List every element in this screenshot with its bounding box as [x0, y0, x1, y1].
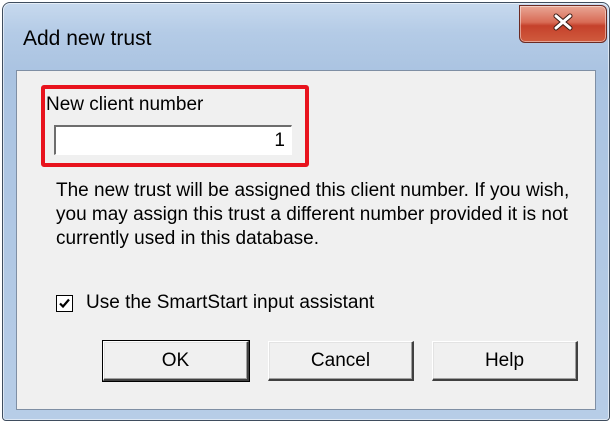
dialog-body: New client number The new trust will be … — [16, 70, 596, 410]
smartstart-option[interactable]: Use the SmartStart input assistant — [56, 292, 374, 314]
dialog-window: Add new trust New client number The new … — [2, 2, 610, 421]
ok-button[interactable]: OK — [102, 340, 250, 382]
checkmark-icon — [59, 298, 70, 308]
close-icon — [552, 13, 574, 36]
close-button[interactable] — [519, 5, 607, 43]
smartstart-checkbox[interactable] — [56, 294, 73, 312]
smartstart-label: Use the SmartStart input assistant — [86, 292, 375, 313]
window-title: Add new trust — [23, 27, 152, 50]
client-number-label: New client number — [46, 94, 204, 115]
client-number-input[interactable] — [54, 125, 292, 155]
cancel-button[interactable]: Cancel — [268, 341, 414, 381]
help-button[interactable]: Help — [432, 341, 578, 381]
description-text: The new trust will be assigned this clie… — [56, 180, 570, 249]
